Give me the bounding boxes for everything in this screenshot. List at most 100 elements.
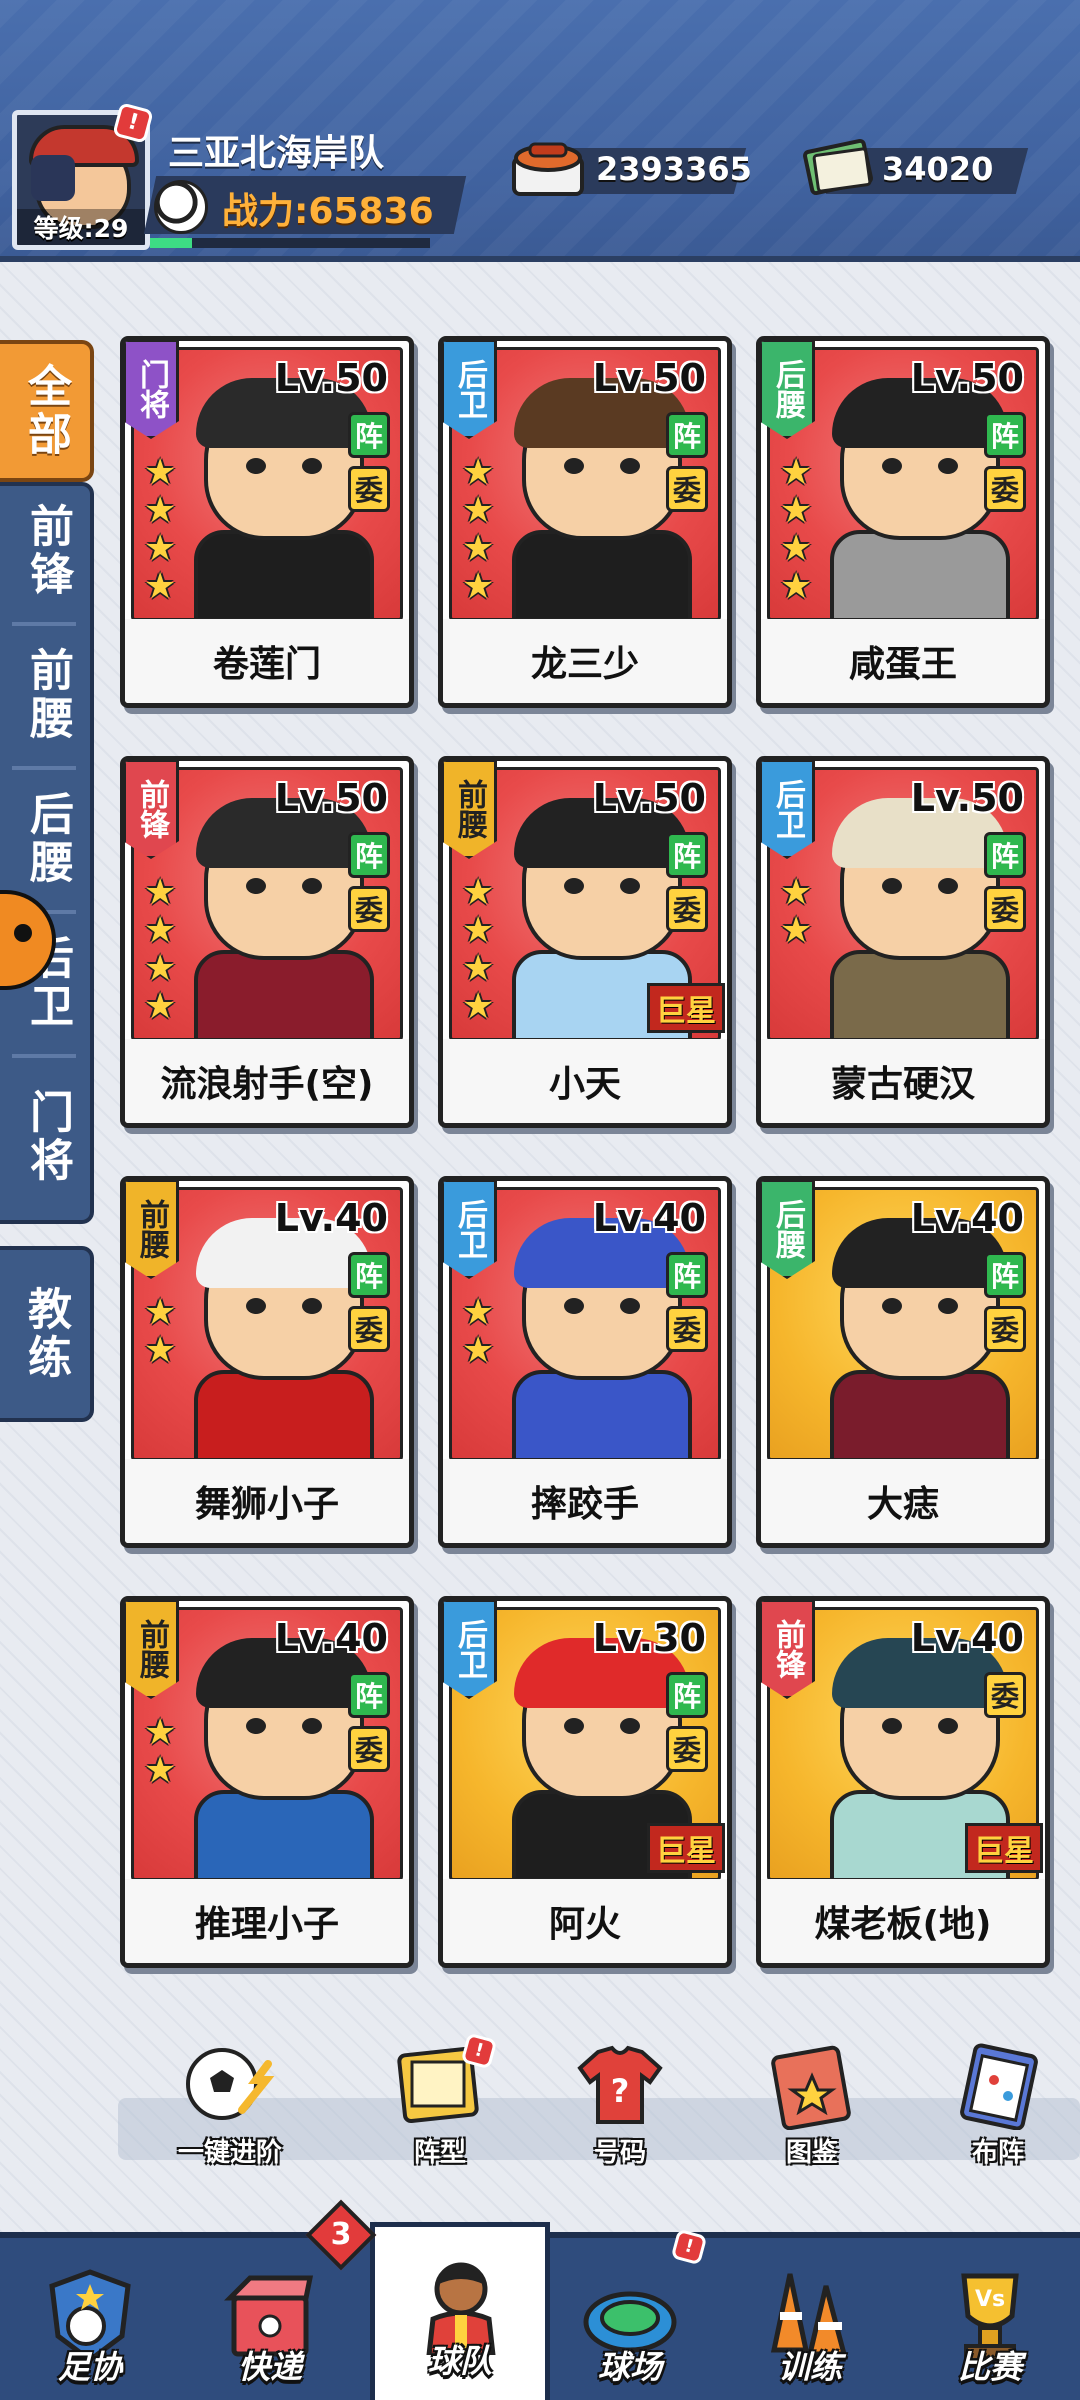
- star-icon: ★: [462, 1292, 495, 1333]
- nav-label: 比赛: [957, 2348, 1022, 2386]
- lineup-button[interactable]: 布阵: [928, 2040, 1068, 2170]
- nav-team[interactable]: 球队: [370, 2222, 550, 2400]
- player-level: Lv.40: [910, 1196, 1024, 1240]
- committee-tag: 委: [984, 1672, 1026, 1718]
- player-card[interactable]: 巨星 Lv.40 委煤老板(地) 前锋: [756, 1596, 1050, 1968]
- player-eye-icon: [302, 878, 322, 894]
- player-eye-icon: [564, 458, 584, 474]
- position-badge: 前锋: [125, 761, 179, 859]
- player-card[interactable]: 巨星 Lv.50 阵委 ★ ★ ★ ★ 小天 前腰: [438, 756, 732, 1128]
- player-level: Lv.50: [910, 356, 1024, 400]
- star-rating: ★ ★ ★ ★: [462, 454, 494, 606]
- star-icon: ★: [144, 948, 177, 989]
- player-card[interactable]: Lv.50 阵委 ★ ★ ★ ★ 龙三少 后卫: [438, 336, 732, 708]
- player-eye-icon: [246, 1298, 266, 1314]
- committee-tag: 委: [984, 466, 1026, 512]
- nav-stadium[interactable]: ! 球场: [540, 2228, 720, 2400]
- lineup-tag: 阵: [984, 412, 1026, 458]
- tab-all[interactable]: 全部: [0, 340, 94, 482]
- committee-tag: 委: [348, 466, 390, 512]
- player-body-icon: [194, 1370, 374, 1458]
- position-badge: 后卫: [761, 761, 815, 859]
- lineup-tag: 阵: [348, 1252, 390, 1298]
- player-eye-icon: [620, 878, 640, 894]
- tab-attacking-mid[interactable]: 前腰: [0, 630, 94, 760]
- one-click-upgrade-button[interactable]: 一键进阶: [160, 2040, 300, 2170]
- star-icon: ★: [780, 872, 813, 913]
- star-icon: ★: [144, 986, 177, 1027]
- lineup-tag: 阵: [984, 832, 1026, 878]
- star-icon: ★: [144, 1330, 177, 1371]
- star-icon: ★: [144, 452, 177, 493]
- tab-coach[interactable]: 教练: [0, 1246, 94, 1422]
- collection-button[interactable]: 图鉴: [742, 2040, 882, 2170]
- tab-divider: [12, 622, 76, 626]
- soccer-ball-icon: [154, 180, 208, 234]
- player-card[interactable]: Lv.50 阵委 ★ ★ ★ ★ 卷莲门 门将: [120, 336, 414, 708]
- nav-match[interactable]: Vs 比赛: [900, 2238, 1080, 2400]
- player-body-icon: [830, 950, 1010, 1038]
- power-value: 战力:65836: [222, 191, 434, 232]
- player-card[interactable]: Lv.40 阵委 ★ ★ 舞狮小子 前腰: [120, 1176, 414, 1548]
- player-eye-icon: [938, 458, 958, 474]
- position-badge: 后卫: [443, 1181, 497, 1279]
- star-icon: ★: [462, 872, 495, 913]
- soccer-ball-upgrade-icon: [182, 2040, 278, 2130]
- nav-label: 快递: [237, 2348, 302, 2386]
- committee-tag: 委: [666, 1726, 708, 1772]
- star-rating: ★ ★: [462, 1294, 494, 1370]
- star-icon: ★: [144, 528, 177, 569]
- player-name: 推理小子: [125, 1879, 409, 1963]
- superstar-badge: 巨星: [965, 1823, 1043, 1873]
- tab-forward[interactable]: 前锋: [0, 486, 94, 616]
- nav-label: 足协: [57, 2348, 122, 2386]
- food-box-icon[interactable]: [508, 130, 588, 204]
- nav-label: 训练: [777, 2348, 842, 2386]
- position-badge: 后卫: [443, 341, 497, 439]
- player-body-icon: [194, 950, 374, 1038]
- tab-goalkeeper[interactable]: 门将: [0, 1062, 94, 1212]
- jersey-icon: ?: [572, 2040, 668, 2130]
- nav-training[interactable]: 训练: [720, 2238, 900, 2400]
- position-badge: 门将: [125, 341, 179, 439]
- player-eye-icon: [564, 1298, 584, 1314]
- lineup-tag: 阵: [348, 832, 390, 878]
- feature-label: 阵型: [413, 2138, 466, 2168]
- star-rating: ★ ★ ★ ★: [462, 874, 494, 1026]
- player-name: 舞狮小子: [125, 1459, 409, 1543]
- committee-tag: 委: [348, 1726, 390, 1772]
- player-name: 摔跤手: [443, 1459, 727, 1543]
- player-card[interactable]: Lv.50 阵委 ★ ★ 蒙古硬汉 后卫: [756, 756, 1050, 1128]
- player-card[interactable]: Lv.40 阵委大痣 后腰: [756, 1176, 1050, 1548]
- nav-association[interactable]: 足协: [0, 2238, 180, 2400]
- star-icon: ★: [144, 566, 177, 607]
- player-eye-icon: [246, 878, 266, 894]
- player-card[interactable]: 巨星 Lv.30 阵委阿火 后卫: [438, 1596, 732, 1968]
- star-icon: ★: [462, 910, 495, 951]
- player-eye-icon: [564, 1718, 584, 1734]
- feature-label: 图鉴: [785, 2138, 838, 2168]
- book-ticket-icon[interactable]: [800, 132, 880, 202]
- player-level: Lv.40: [274, 1616, 388, 1660]
- nav-label: 球场: [597, 2348, 662, 2386]
- player-card[interactable]: Lv.40 阵委 ★ ★ 推理小子 前腰: [120, 1596, 414, 1968]
- jersey-number-button[interactable]: ? 号码: [550, 2040, 690, 2170]
- formation-button[interactable]: 阵型 !: [370, 2032, 510, 2170]
- player-name: 卷莲门: [125, 619, 409, 703]
- player-name: 煤老板(地): [761, 1879, 1045, 1963]
- player-name: 蒙古硬汉: [761, 1039, 1045, 1123]
- player-card[interactable]: Lv.40 阵委 ★ ★ 摔跤手 后卫: [438, 1176, 732, 1548]
- player-body-icon: [830, 530, 1010, 618]
- player-eye-icon: [246, 1718, 266, 1734]
- player-card[interactable]: Lv.50 阵委 ★ ★ ★ ★ 咸蛋王 后腰: [756, 336, 1050, 708]
- position-badge: 后腰: [761, 1181, 815, 1279]
- tab-defensive-mid[interactable]: 后腰: [0, 774, 94, 904]
- superstar-badge: 巨星: [647, 983, 725, 1033]
- player-eye-icon: [882, 878, 902, 894]
- star-icon: ★: [780, 490, 813, 531]
- player-level: Lv.50: [274, 356, 388, 400]
- star-icon: ★: [462, 452, 495, 493]
- player-card[interactable]: Lv.50 阵委 ★ ★ ★ ★ 流浪射手(空) 前锋: [120, 756, 414, 1128]
- player-eye-icon: [882, 458, 902, 474]
- avatar-hair-icon: [31, 155, 75, 201]
